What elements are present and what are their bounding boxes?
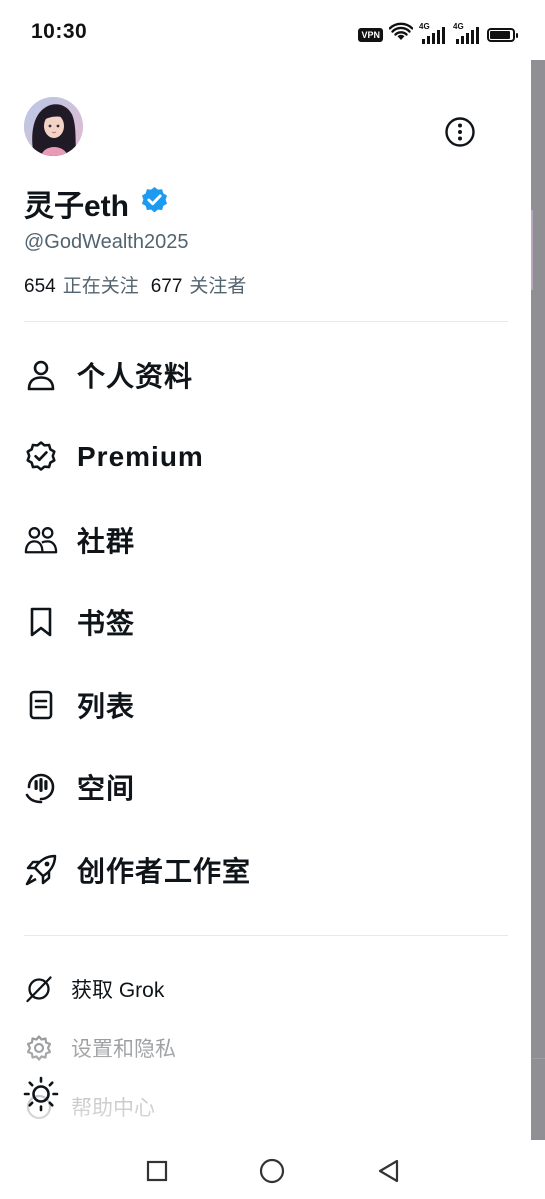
menu-item-label: 书签 — [77, 608, 136, 639]
circle-icon — [259, 1158, 285, 1184]
bookmark-icon — [24, 605, 58, 639]
menu-item-label: Premium — [77, 441, 204, 472]
menu-item-label: 创作者工作室 — [77, 856, 252, 887]
menu-item-communities[interactable]: 社群 — [24, 515, 494, 565]
verified-badge-icon — [139, 185, 170, 221]
avatar-image — [24, 97, 83, 156]
sun-icon — [23, 1076, 59, 1112]
menu-item-profile[interactable]: 个人资料 — [24, 350, 494, 400]
person-icon — [24, 358, 58, 392]
menu-item-premium[interactable]: Premium — [24, 432, 494, 482]
menu-item-label: 设置和隐私 — [71, 1038, 176, 1061]
menu-item-creator-studio[interactable]: 创作者工作室 — [24, 845, 494, 895]
home-button[interactable] — [257, 1156, 287, 1186]
menu-item-label: 社群 — [77, 526, 136, 557]
side-drawer: 10:30 VPN 4G 4G 灵子eth @GodWealth2025 654… — [0, 0, 531, 1199]
profile-name-row[interactable]: 灵子eth — [24, 181, 170, 225]
premium-badge-icon — [24, 440, 58, 474]
menu-item-label: 空间 — [77, 773, 136, 804]
lists-icon — [24, 688, 58, 722]
menu-item-label: 个人资料 — [77, 361, 194, 392]
follow-stats: 654 正在关注 677 关注者 — [24, 271, 246, 298]
system-navigation-bar — [0, 1140, 545, 1199]
rocket-icon — [24, 853, 58, 887]
profile-handle: @GodWealth2025 — [24, 231, 189, 253]
menu-item-label: 列表 — [77, 691, 136, 722]
menu-item-bookmarks[interactable]: 书签 — [24, 597, 494, 647]
status-icons: VPN 4G 4G — [358, 22, 518, 47]
menu-item-label: 帮助中心 — [71, 1097, 155, 1120]
status-bar: 10:30 VPN 4G 4G — [0, 0, 531, 66]
menu-item-lists[interactable]: 列表 — [24, 680, 494, 730]
communities-icon — [24, 523, 58, 557]
status-time: 10:30 — [31, 20, 88, 43]
recent-apps-button[interactable] — [142, 1156, 172, 1186]
signal-icon: 4G — [453, 22, 481, 46]
avatar[interactable] — [24, 97, 83, 156]
grok-icon — [24, 974, 54, 1004]
more-options-icon — [445, 117, 475, 147]
divider — [24, 935, 508, 936]
menu-item-grok[interactable]: 获取 Grok — [24, 969, 494, 1009]
menu-item-help[interactable]: 帮助中心 — [24, 1087, 494, 1127]
battery-icon — [487, 27, 518, 42]
followers-count: 677 — [150, 276, 183, 297]
display-mode-button[interactable] — [22, 1075, 60, 1113]
triangle-back-icon — [378, 1159, 399, 1183]
more-options-button[interactable] — [444, 116, 476, 148]
back-button[interactable] — [374, 1156, 404, 1186]
menu-item-settings[interactable]: 设置和隐私 — [24, 1028, 494, 1068]
display-name: 灵子eth — [24, 190, 129, 223]
menu-item-label: 获取 Grok — [71, 979, 165, 1002]
spaces-icon — [24, 770, 58, 804]
followers-label: 关注者 — [189, 276, 247, 297]
settings-icon — [24, 1033, 54, 1063]
following-label: 正在关注 — [62, 276, 139, 297]
dimmed-timeline-backdrop[interactable] — [529, 0, 545, 1199]
wifi-icon — [388, 22, 414, 47]
square-icon — [146, 1160, 168, 1182]
following-count: 654 — [24, 276, 56, 297]
divider — [24, 321, 508, 322]
signal-icon: 4G — [419, 22, 447, 46]
menu-item-spaces[interactable]: 空间 — [24, 762, 494, 812]
followers-link[interactable]: 677 关注者 — [151, 271, 247, 298]
vpn-icon: VPN — [358, 27, 383, 42]
screen: 10:30 VPN 4G 4G 灵子eth @GodWealth2025 654… — [0, 0, 545, 1199]
following-link[interactable]: 654 正在关注 — [24, 271, 139, 298]
